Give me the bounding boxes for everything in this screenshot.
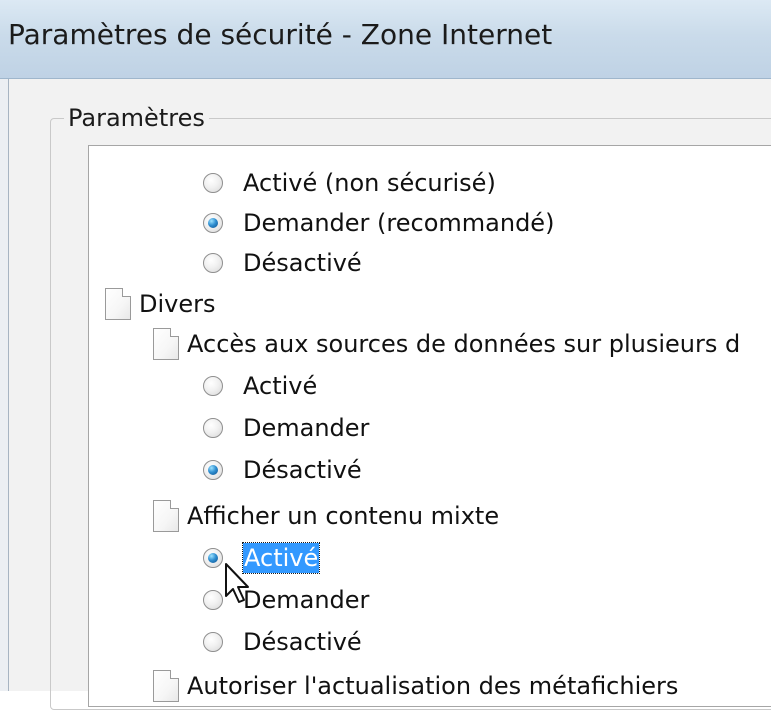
radio-icon[interactable]: [203, 632, 223, 652]
radio-icon[interactable]: [203, 173, 223, 193]
setting-cross-domain-data-sources[interactable]: Accès aux sources de données sur plusieu…: [153, 324, 740, 364]
settings-tree[interactable]: Activé (non sécurisé) Demander (recomman…: [88, 145, 771, 707]
option-cross-domain-disabled[interactable]: Désactivé: [203, 450, 362, 490]
option-cross-domain-active[interactable]: Activé: [203, 366, 317, 406]
option-mixed-content-ask[interactable]: Demander: [203, 580, 369, 620]
option-label: Désactivé: [243, 456, 362, 484]
option-top-disabled[interactable]: Désactivé: [203, 243, 362, 283]
option-mixed-content-disabled[interactable]: Désactivé: [203, 622, 362, 662]
option-mixed-content-active[interactable]: Activé: [203, 538, 321, 578]
option-label: Demander (recommandé): [243, 209, 555, 237]
radio-checked-icon[interactable]: [203, 548, 223, 568]
page-icon: [153, 500, 179, 532]
setting-allow-metafile-refresh[interactable]: Autoriser l'actualisation des métafichie…: [153, 666, 678, 706]
option-label: Désactivé: [243, 628, 362, 656]
setting-label: Accès aux sources de données sur plusieu…: [187, 330, 741, 358]
setting-label: Autoriser l'actualisation des métafichie…: [187, 672, 679, 700]
option-label: Demander: [243, 586, 370, 614]
option-top-ask-recommended[interactable]: Demander (recommandé): [203, 203, 554, 243]
setting-label: Afficher un contenu mixte: [187, 502, 500, 530]
section-label: Divers: [139, 290, 216, 318]
page-icon: [105, 288, 131, 320]
settings-groupbox-label: Paramètres: [64, 104, 209, 132]
option-top-active-unsafe[interactable]: Activé (non sécurisé): [203, 163, 496, 203]
radio-icon[interactable]: [203, 418, 223, 438]
window-titlebar: Paramètres de sécurité - Zone Internet: [0, 0, 771, 79]
page-icon: [153, 328, 179, 360]
radio-checked-icon[interactable]: [203, 213, 223, 233]
radio-icon[interactable]: [203, 376, 223, 396]
radio-checked-icon[interactable]: [203, 460, 223, 480]
option-cross-domain-ask[interactable]: Demander: [203, 408, 369, 448]
radio-icon[interactable]: [203, 590, 223, 610]
radio-icon[interactable]: [203, 253, 223, 273]
option-label: Désactivé: [243, 249, 362, 277]
option-label-selected: Activé: [241, 542, 321, 574]
option-label: Activé (non sécurisé): [243, 169, 496, 197]
setting-display-mixed-content[interactable]: Afficher un contenu mixte: [153, 496, 499, 536]
page-icon: [153, 670, 179, 702]
tree-section-misc[interactable]: Divers: [105, 284, 216, 324]
option-label: Activé: [243, 372, 318, 400]
option-label: Demander: [243, 414, 370, 442]
window-title: Paramètres de sécurité - Zone Internet: [8, 18, 553, 51]
